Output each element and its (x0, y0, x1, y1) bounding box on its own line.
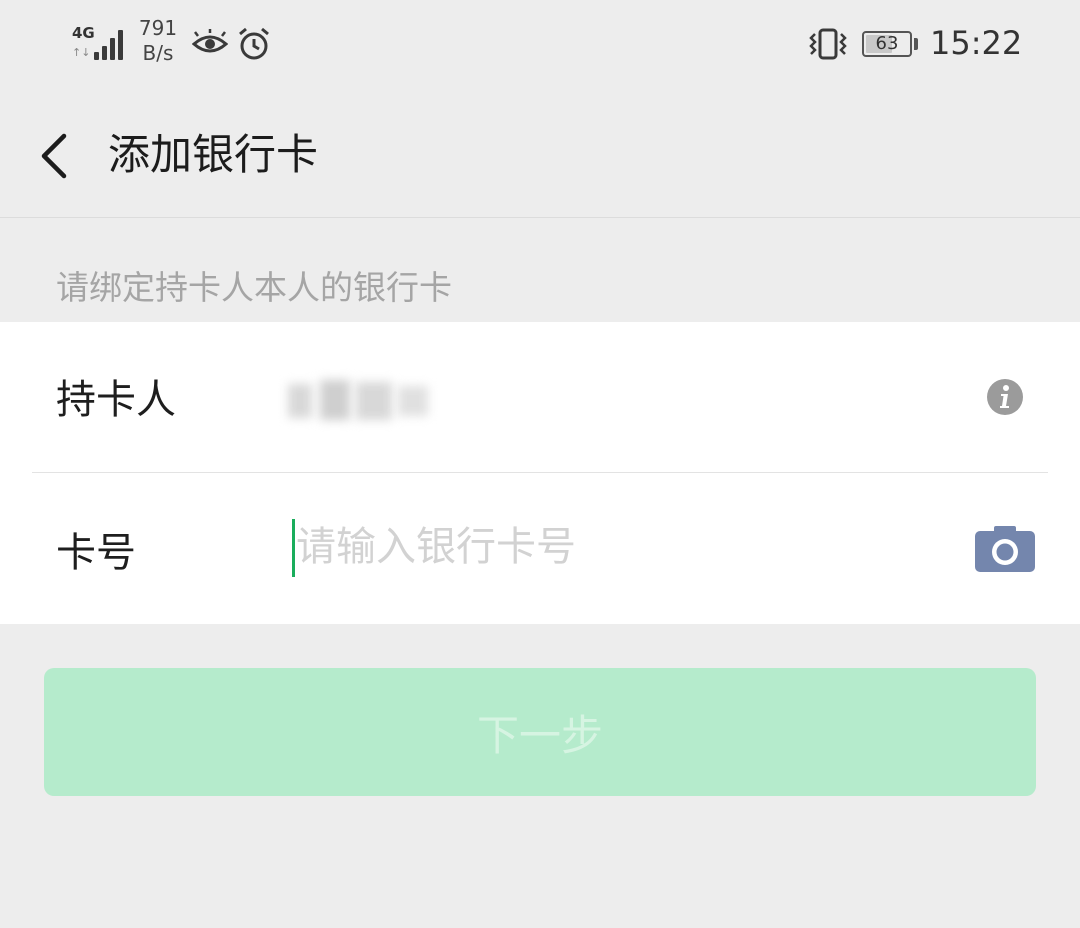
status-bar: 4G ↑↓ 791 B/s 63 15:22 (0, 0, 1080, 90)
network-speed-unit: B/s (142, 41, 174, 65)
next-step-button[interactable]: 下一步 (44, 668, 1036, 796)
signal-icon (90, 26, 126, 60)
info-icon[interactable] (986, 378, 1024, 416)
network-speed-value: 791 (138, 16, 178, 40)
cardholder-name-blurred (288, 376, 448, 426)
clock: 15:22 (930, 24, 1023, 62)
camera-icon[interactable] (974, 525, 1036, 573)
vibrate-icon (809, 28, 847, 60)
cardholder-row: 持卡人 (0, 322, 1080, 472)
battery-icon: 63 (862, 31, 912, 57)
add-bank-card-screen: 4G ↑↓ 791 B/s 63 15:22 添加银行卡 请绑定持卡人本人的银行… (0, 0, 1080, 928)
battery-cap (914, 38, 918, 50)
eye-icon (192, 29, 228, 53)
text-caret (292, 519, 295, 577)
chevron-left-icon[interactable] (36, 132, 72, 180)
alarm-icon (239, 27, 269, 60)
card-number-input[interactable] (296, 515, 926, 579)
cardholder-label: 持卡人 (56, 377, 176, 423)
card-number-field[interactable] (290, 515, 930, 579)
nav-bar: 添加银行卡 (0, 90, 1080, 218)
battery-level: 63 (875, 33, 899, 54)
network-arrows: ↑↓ (72, 46, 91, 59)
network-speed: 791 B/s (138, 16, 178, 66)
bind-hint: 请绑定持卡人本人的银行卡 (56, 268, 452, 307)
card-number-row: 卡号 (0, 473, 1080, 623)
card-form: 持卡人 卡号 (0, 322, 1080, 624)
page-title: 添加银行卡 (108, 130, 319, 179)
card-number-label: 卡号 (56, 530, 136, 576)
